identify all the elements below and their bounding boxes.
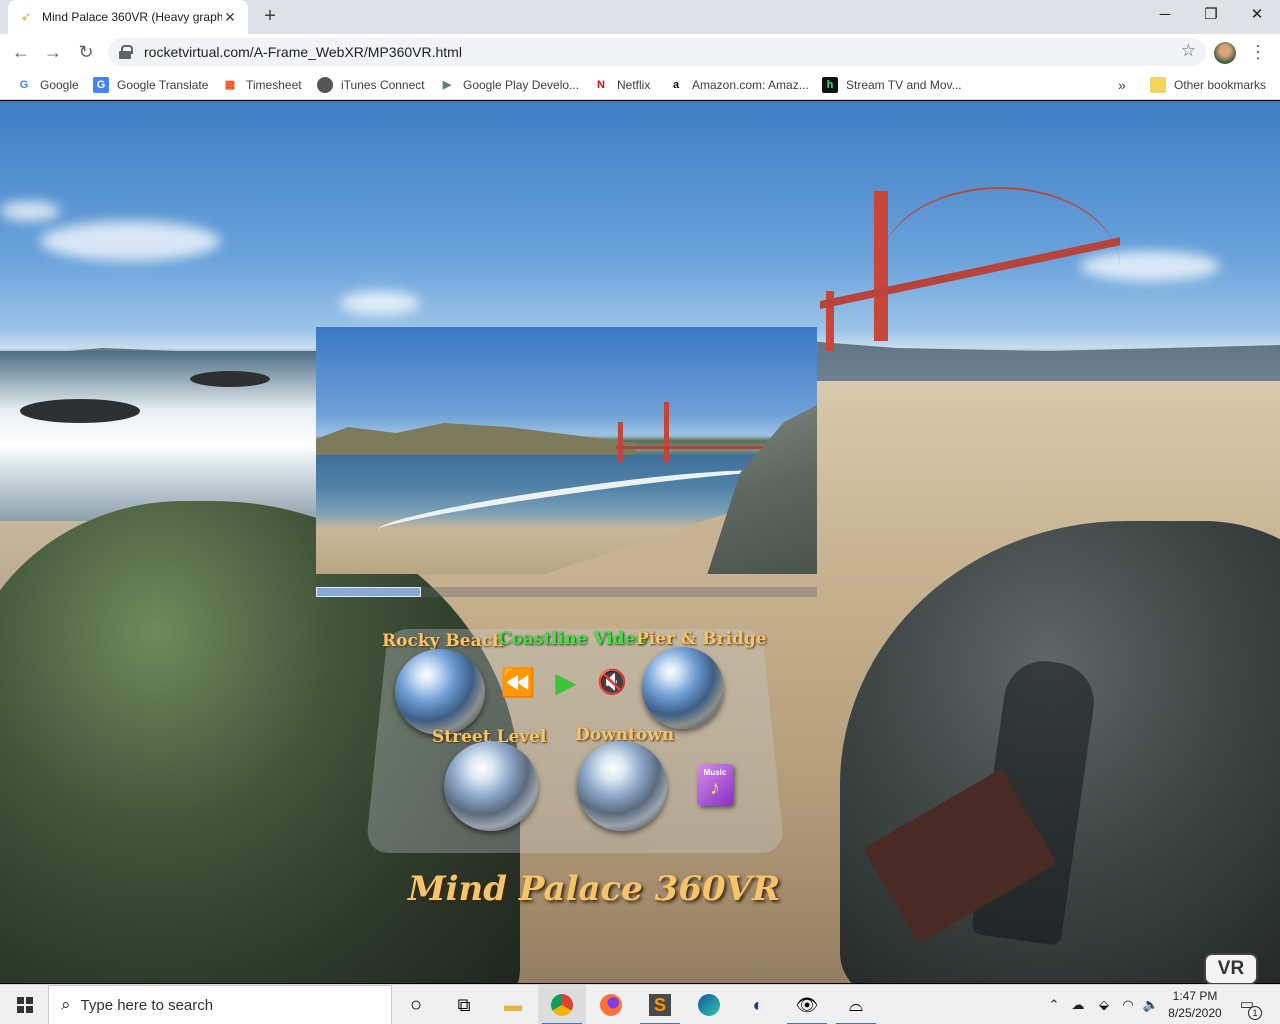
reload-icon[interactable]: ↻ [73,39,99,65]
other-bookmarks[interactable]: Other bookmarks [1150,76,1266,94]
windows-taskbar: ⌕ Type here to search ○ ⧉ ▬ S ◐ 👁 ⌓ ⌃ ☁ … [0,984,1280,1024]
visual-studio-icon[interactable]: ◐ [734,985,782,1024]
sublime-icon[interactable]: S [636,985,684,1024]
hulu-icon: h [822,77,838,93]
back-arrow-icon[interactable]: ← [8,39,34,65]
coastline-video-panel[interactable] [316,327,817,574]
folder-icon [1150,77,1166,93]
bookmark-timesheet[interactable]: ▦ Timesheet [222,76,302,94]
browser-menu-icon[interactable]: ⋮ [1248,40,1268,64]
bookmark-google-translate[interactable]: G Google Translate [93,76,208,94]
volume-icon[interactable]: 🔈 [1140,985,1162,1024]
cloud [340,291,420,315]
rewind-icon[interactable]: ⏪ [496,663,540,703]
bookmarks-overflow-icon[interactable]: » [1118,76,1126,94]
clock-date: 8/25/2020 [1168,1006,1222,1020]
bookmark-star-icon[interactable]: ☆ [1181,41,1196,61]
netflix-icon: N [597,79,605,91]
downtown-sphere[interactable] [577,741,667,831]
play-icon[interactable]: ▶ [546,663,586,703]
clock-time: 1:47 PM [1172,989,1218,1003]
bookmark-itunes-connect[interactable]: iTunes Connect [317,76,425,94]
video-bridge [616,402,766,462]
dropbox-icon[interactable]: ⬙ [1092,985,1116,1024]
vr-scene[interactable]: Rocky Beach Coastline Video Pier & Bridg… [0,101,1280,983]
video-progress-bar[interactable] [316,587,817,597]
notification-badge: 1 [1248,1006,1262,1020]
rocky-beach-sphere[interactable] [395,649,485,735]
pier-bridge-label: Pier & Bridge [636,629,767,649]
taskbar-search[interactable]: ⌕ Type here to search [48,985,392,1024]
mute-icon[interactable]: 🔇 [592,663,632,703]
golden-gate-bridge [820,187,1120,351]
video-hills [316,423,636,455]
rock [20,399,140,423]
search-placeholder: Type here to search [80,996,214,1014]
cloud [0,201,60,221]
taskbar-clock[interactable]: 1:47 PM 8/25/2020 [1162,988,1228,1022]
forward-arrow-icon[interactable]: → [40,39,66,65]
rocky-beach-label: Rocky Beach [382,631,505,651]
new-tab-button[interactable]: + [258,5,282,29]
minimize-button[interactable]: ─ [1142,0,1188,34]
browser-tab[interactable]: ➶ Mind Palace 360VR (Heavy graph ✕ [8,0,248,34]
chrome-logo [551,994,573,1016]
edge-icon[interactable] [685,985,733,1024]
task-view-icon[interactable]: ⧉ [440,985,488,1024]
sublime-logo: S [649,994,671,1016]
bookmark-google-play[interactable]: ▶ Google Play Develo... [439,76,579,94]
firefox-logo [600,994,622,1016]
lock-icon[interactable] [118,45,133,59]
profile-avatar[interactable] [1214,42,1236,64]
bookmark-netflix[interactable]: N Netflix [593,76,650,94]
google-translate-icon: G [93,77,109,93]
address-bar[interactable]: rocketvirtual.com/A-Frame_WebXR/MP360VR.… [108,38,1206,66]
chrome-icon[interactable] [538,985,586,1024]
video-bridge-deck [616,446,766,449]
show-hidden-icons[interactable]: ⌃ [1044,985,1064,1024]
browser-toolbar: ← → ↻ rocketvirtual.com/A-Frame_WebXR/MP… [0,34,1280,70]
cloud [40,221,220,261]
coastline-video-label: Coastline Video [498,629,647,649]
cortana-icon[interactable]: ○ [392,985,440,1024]
enter-vr-button[interactable]: VR [1204,953,1258,985]
tab-title: Mind Palace 360VR (Heavy graph [42,10,222,24]
music-note-icon: ♪ [710,777,720,799]
close-window-button[interactable]: ✕ [1234,0,1280,34]
music-label: Music [703,768,727,777]
edge-logo [698,994,720,1016]
start-button[interactable] [0,985,48,1024]
search-icon: ⌕ [61,995,71,1014]
rock [190,371,270,387]
amazon-icon: a [672,79,680,91]
apple-icon [317,77,333,93]
google-play-icon: ▶ [442,79,452,91]
close-tab-icon[interactable]: ✕ [222,9,238,26]
vr-headset-icon[interactable]: ⌓ [832,985,880,1024]
video-bridge-tower [618,422,623,462]
onedrive-icon[interactable]: ☁ [1066,985,1090,1024]
bookmark-hulu[interactable]: h Stream TV and Mov... [822,76,962,94]
bookmarks-bar: G Google G Google Translate ▦ Timesheet … [0,70,1280,100]
windows-logo-icon [17,997,33,1013]
rocket-favicon-icon: ➶ [20,9,32,24]
maximize-button[interactable]: ❐ [1188,0,1234,34]
pier-bridge-sphere[interactable] [642,647,724,729]
google-icon: G [19,79,29,91]
bookmark-google[interactable]: G Google [16,76,79,94]
timesheet-icon: ▦ [224,79,236,91]
firefox-icon[interactable] [587,985,635,1024]
file-explorer-icon[interactable]: ▬ [489,985,537,1024]
music-toggle-button[interactable]: Music ♪ [697,764,733,806]
video-bridge-tower [664,402,669,462]
notification-center-icon[interactable]: ▭ 1 [1236,994,1262,1020]
video-progress-fill [316,587,422,597]
app-title: Mind Palace 360VR [408,869,781,909]
street-level-sphere[interactable] [444,741,538,831]
bookmark-amazon[interactable]: a Amazon.com: Amaz... [668,76,809,94]
url-text: rocketvirtual.com/A-Frame_WebXR/MP360VR.… [144,44,462,60]
tab-strip: ➶ Mind Palace 360VR (Heavy graph ✕ + ─ ❐… [0,0,1280,34]
wifi-icon[interactable]: ◠ [1116,985,1140,1024]
eye-app-icon[interactable]: 👁 [783,985,831,1024]
